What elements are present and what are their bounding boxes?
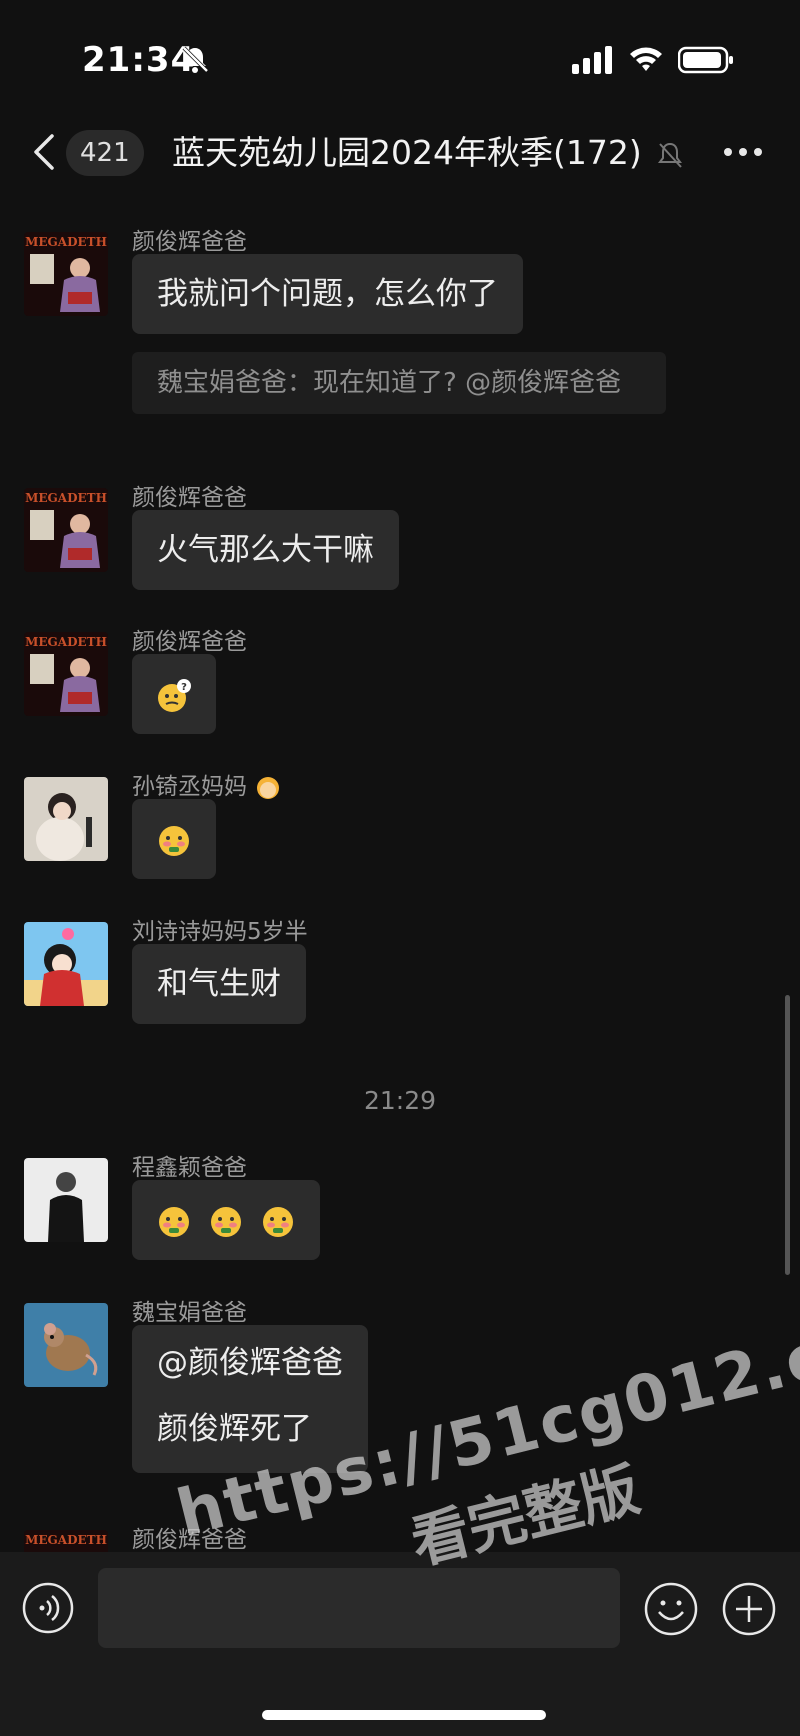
- mention-line: @颜俊辉爸爸: [157, 1345, 343, 1381]
- shy-emoji-icon: [159, 1206, 189, 1237]
- message-bubble[interactable]: 火气那么大干嘛: [132, 510, 399, 590]
- woman-gesture-emoji-icon: [257, 776, 280, 799]
- message-bubble[interactable]: 和气生财: [132, 944, 306, 1024]
- message-bubble[interactable]: ?: [132, 654, 216, 734]
- chat-title[interactable]: 蓝天苑幼儿园2024年秋季(172): [172, 132, 662, 174]
- portrait-avatar[interactable]: [24, 1158, 108, 1242]
- more-options-icon[interactable]: [720, 134, 766, 170]
- unread-count-badge[interactable]: 421: [66, 130, 144, 176]
- thinking-emoji-icon: ?: [158, 678, 191, 712]
- svg-text:MEGADETH: MEGADETH: [25, 635, 107, 649]
- sender-name: 魏宝娟爸爸: [132, 1300, 247, 1326]
- message-bubble[interactable]: [132, 799, 216, 879]
- svg-text:MEGADETH: MEGADETH: [25, 491, 107, 505]
- home-indicator[interactable]: [262, 1710, 546, 1720]
- battery-icon: [678, 46, 733, 74]
- wifi-icon: [630, 47, 662, 71]
- shy-emoji-icon: [210, 1206, 241, 1237]
- quoted-reply[interactable]: 魏宝娟爸爸：现在知道了? @颜俊辉爸爸: [132, 352, 666, 414]
- sender-name: 程鑫颖爸爸: [132, 1155, 247, 1181]
- svg-text:MEGADETH: MEGADETH: [25, 235, 107, 249]
- megadeth-album-avatar[interactable]: MEGADETH: [24, 232, 108, 316]
- photo-avatar[interactable]: [24, 777, 108, 861]
- sender-name: 颜俊辉爸爸: [132, 485, 247, 511]
- voice-input-icon[interactable]: [22, 1582, 74, 1634]
- svg-text:?: ?: [181, 682, 187, 693]
- svg-text:MEGADETH: MEGADETH: [25, 1533, 107, 1547]
- chat-header: 421 蓝天苑幼儿园2024年秋季(172): [0, 118, 800, 190]
- cartoon-avatar[interactable]: [24, 922, 108, 1006]
- shy-emoji-icon: [262, 1206, 293, 1237]
- megadeth-album-avatar[interactable]: MEGADETH: [24, 632, 108, 716]
- bell-off-icon: [182, 46, 209, 73]
- shy-emoji-icon: [159, 825, 189, 856]
- sender-name: 孙锜丞妈妈: [132, 767, 282, 802]
- time-separator: 21:29: [363, 1086, 437, 1115]
- megadeth-album-avatar[interactable]: MEGADETH: [24, 488, 108, 572]
- message-bubble[interactable]: 我就问个问题，怎么你了: [132, 254, 523, 334]
- message-bubble[interactable]: [132, 1180, 320, 1260]
- mouse-avatar[interactable]: [24, 1303, 108, 1387]
- status-bar: 21:34: [0, 0, 800, 110]
- status-time: 21:34: [82, 40, 196, 80]
- scrollbar[interactable]: [785, 995, 790, 1275]
- back-chevron-icon[interactable]: [30, 132, 58, 172]
- sender-name: 颜俊辉爸爸: [132, 229, 247, 255]
- sender-name: 颜俊辉爸爸: [132, 629, 247, 655]
- sender-name: 刘诗诗妈妈5岁半: [132, 919, 308, 945]
- cellular-signal-icon: [572, 46, 612, 74]
- add-attachment-icon[interactable]: [722, 1582, 776, 1636]
- muted-bell-icon: [658, 142, 682, 168]
